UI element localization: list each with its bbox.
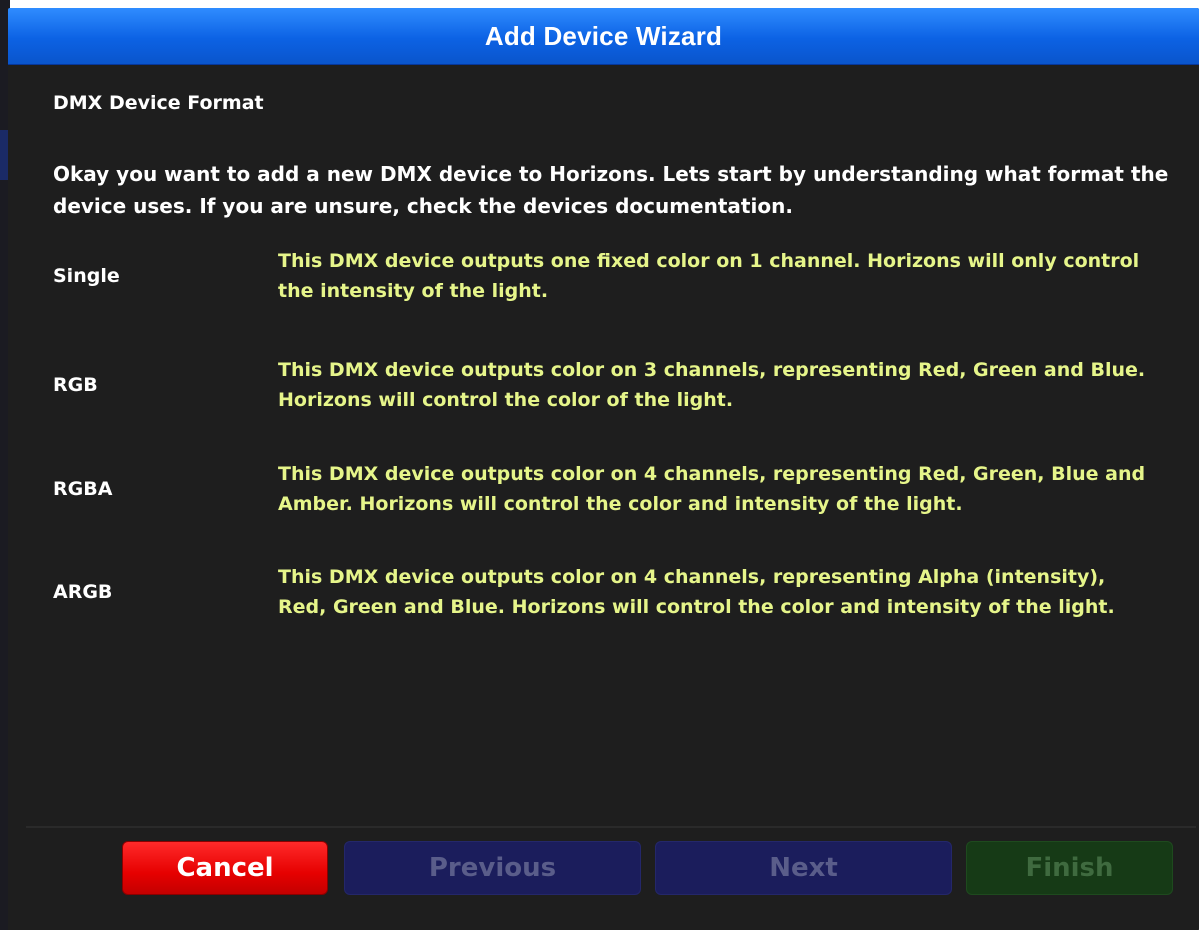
format-name: RGBA xyxy=(53,478,113,500)
format-option-single[interactable]: Single This DMX device outputs one fixed… xyxy=(53,246,1173,306)
background-window-accent xyxy=(0,130,8,180)
dialog-title: Add Device Wizard xyxy=(484,20,723,51)
footer-divider xyxy=(26,826,1196,828)
dialog-titlebar: Add Device Wizard xyxy=(8,8,1199,65)
format-option-rgb[interactable]: RGB This DMX device outputs color on 3 c… xyxy=(53,355,1173,415)
format-name: ARGB xyxy=(53,581,113,603)
format-name: RGB xyxy=(53,374,98,396)
format-option-argb[interactable]: ARGB This DMX device outputs color on 4 … xyxy=(53,562,1173,622)
format-option-rgba[interactable]: RGBA This DMX device outputs color on 4 … xyxy=(53,459,1173,519)
format-description: This DMX device outputs color on 4 chann… xyxy=(278,463,1146,515)
format-description: This DMX device outputs color on 3 chann… xyxy=(278,359,1146,411)
format-name: Single xyxy=(53,265,120,287)
add-device-wizard-dialog: Add Device Wizard DMX Device Format Okay… xyxy=(8,8,1199,931)
previous-button[interactable]: Previous xyxy=(344,841,641,895)
step-title: DMX Device Format xyxy=(53,92,264,114)
finish-button[interactable]: Finish xyxy=(966,841,1173,895)
next-button[interactable]: Next xyxy=(655,841,952,895)
intro-text: Okay you want to add a new DMX device to… xyxy=(53,162,1169,218)
format-description: This DMX device outputs color on 4 chann… xyxy=(278,566,1115,618)
format-description: This DMX device outputs one fixed color … xyxy=(278,250,1140,302)
page-bottom-edge xyxy=(0,930,1199,935)
cancel-button[interactable]: Cancel xyxy=(122,841,328,895)
